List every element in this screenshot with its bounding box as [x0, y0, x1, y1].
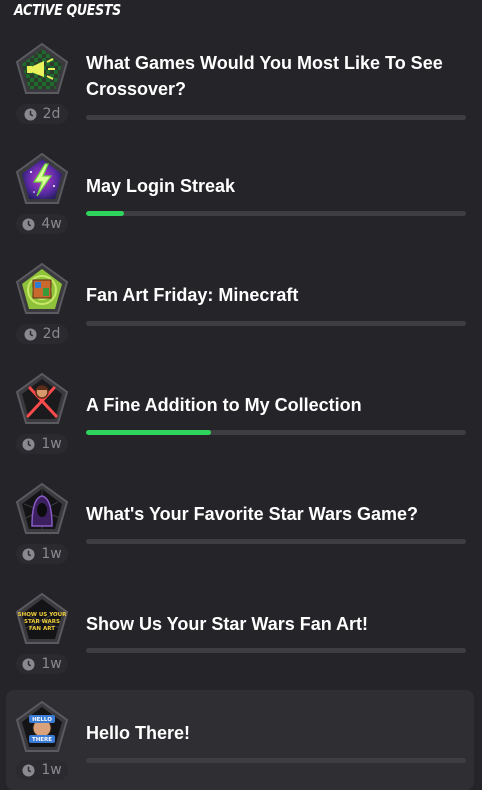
- megaphone-icon: [14, 42, 70, 98]
- quest-item[interactable]: 4w May Login Streak: [6, 150, 474, 250]
- time-remaining-label: 2d: [42, 106, 61, 122]
- quest-title[interactable]: Show Us Your Star Wars Fan Art!: [86, 611, 470, 637]
- time-remaining-badge: 2d: [16, 324, 68, 344]
- time-remaining-badge: 1w: [16, 654, 68, 674]
- time-remaining-label: 1w: [41, 436, 62, 452]
- quest-progress-bar: [86, 430, 466, 435]
- clock-icon: [22, 437, 35, 451]
- quest-item[interactable]: 1w What's Your Favorite Star Wars Game?: [6, 480, 474, 580]
- quest-title[interactable]: What's Your Favorite Star Wars Game?: [86, 501, 470, 527]
- quest-item[interactable]: 2d Fan Art Friday: Minecraft: [6, 260, 474, 360]
- quest-progress-bar: [86, 539, 466, 544]
- time-remaining-badge: 4w: [16, 214, 68, 234]
- hooded-figure-icon: [14, 482, 70, 538]
- time-remaining-label: 1w: [41, 546, 62, 562]
- quest-title[interactable]: A Fine Addition to My Collection: [86, 392, 470, 418]
- clock-icon: [24, 107, 37, 121]
- time-remaining-badge: 1w: [16, 434, 68, 454]
- hello-there-icon: HELLO THERE: [14, 700, 70, 756]
- quest-item[interactable]: 1w A Fine Addition to My Collection: [6, 370, 474, 470]
- time-remaining-label: 4w: [41, 216, 62, 232]
- lightning-icon: [14, 152, 70, 208]
- clock-icon: [24, 327, 37, 341]
- quest-title[interactable]: Fan Art Friday: Minecraft: [86, 282, 470, 308]
- time-remaining-label: 1w: [41, 762, 62, 778]
- quest-progress-bar: [86, 321, 466, 326]
- quest-progress-bar: [86, 115, 466, 120]
- clock-icon: [22, 547, 35, 561]
- quest-title[interactable]: May Login Streak: [86, 173, 470, 199]
- clock-icon: [22, 217, 35, 231]
- svg-text:STAR WARS: STAR WARS: [24, 619, 60, 625]
- time-remaining-badge: 1w: [16, 760, 68, 780]
- clock-icon: [22, 763, 35, 777]
- quest-progress-bar: [86, 211, 466, 216]
- quest-item[interactable]: SHOW US YOUR STAR WARS FAN ART 1w Show U…: [6, 590, 474, 690]
- svg-text:HELLO: HELLO: [32, 717, 52, 723]
- time-remaining-label: 2d: [42, 326, 61, 342]
- lightsaber-icon: [14, 372, 70, 428]
- quest-progress-bar: [86, 648, 466, 653]
- clock-icon: [22, 657, 35, 671]
- svg-text:FAN ART: FAN ART: [29, 626, 55, 632]
- quest-item[interactable]: 2d What Games Would You Most Like To See…: [6, 40, 474, 140]
- quest-progress-fill: [86, 430, 212, 435]
- svg-text:SHOW US YOUR: SHOW US YOUR: [18, 612, 67, 618]
- star-wars-fan-art-icon: SHOW US YOUR STAR WARS FAN ART: [14, 592, 70, 648]
- minecraft-art-icon: [14, 262, 70, 318]
- quest-progress-fill: [86, 211, 124, 216]
- quest-title[interactable]: Hello There!: [86, 720, 470, 746]
- time-remaining-badge: 1w: [16, 544, 68, 564]
- quest-progress-bar: [86, 758, 466, 763]
- time-remaining-badge: 2d: [16, 104, 68, 124]
- time-remaining-label: 1w: [41, 656, 62, 672]
- svg-text:THERE: THERE: [32, 737, 52, 743]
- quest-title[interactable]: What Games Would You Most Like To See Cr…: [86, 50, 470, 102]
- section-title: ACTIVE QUESTS: [14, 2, 121, 20]
- quest-item[interactable]: HELLO THERE 1w Hello There!: [6, 690, 474, 790]
